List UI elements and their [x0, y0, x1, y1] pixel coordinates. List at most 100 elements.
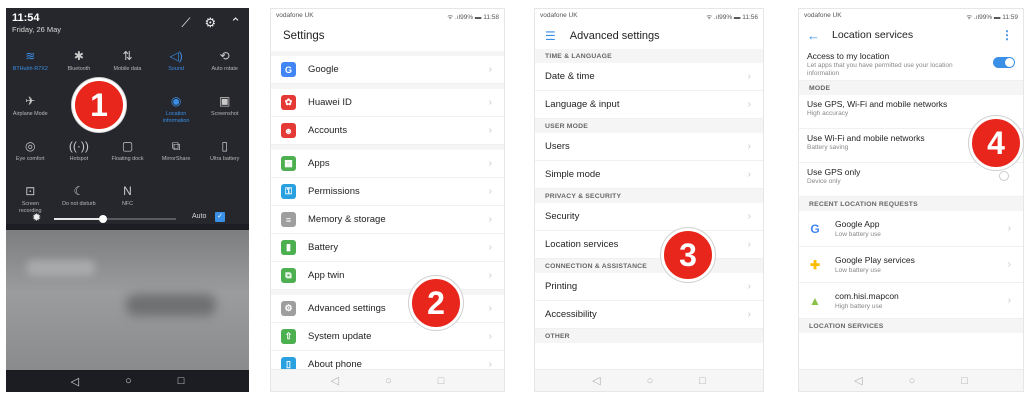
back-icon[interactable]: ◁	[71, 375, 79, 388]
advanced-item-accessibility[interactable]: Accessibility ›	[535, 301, 763, 329]
chevron-right-icon: ›	[747, 211, 751, 222]
toggle-airplane-mode[interactable]: ✈ Airplane Mode	[6, 93, 55, 129]
home-icon[interactable]: ○	[647, 375, 654, 387]
recent-request-item[interactable]: ▲ com.hisi.mapcon High battery use ›	[799, 283, 1023, 319]
toggle-hotspot[interactable]: ((·)) Hotspot	[55, 138, 104, 174]
home-icon[interactable]: ○	[385, 375, 392, 387]
home-icon[interactable]: ○	[909, 375, 916, 387]
settings-list: G Google › ✿ Huawei ID › ☻ Accounts › ▦ Apps › ⚿ Perm…	[271, 51, 504, 379]
toggle-sound[interactable]: ◁) Sound	[152, 48, 201, 84]
auto-brightness-label: Auto	[192, 213, 207, 220]
toggle-mobile-data[interactable]: ⇅ Mobile data	[103, 48, 152, 84]
back-icon[interactable]: ◁	[592, 374, 600, 387]
menu-icon[interactable]: ☰	[545, 29, 556, 43]
section-header: TIME & LANGUAGE	[535, 49, 763, 63]
recents-icon[interactable]: □	[438, 375, 445, 387]
chevron-right-icon: ›	[747, 239, 751, 250]
chevron-right-icon: ›	[747, 141, 751, 152]
advanced-item-simple-mode[interactable]: Simple mode ›	[535, 161, 763, 189]
settings-item-system-update[interactable]: ⇧ System update ›	[271, 323, 504, 351]
advanced-item-label: Location services	[545, 239, 619, 250]
access-location-switch[interactable]	[993, 57, 1015, 68]
permissions-icon: ⚿	[281, 184, 296, 199]
chevron-right-icon: ›	[747, 99, 751, 110]
toggle-label: Airplane Mode	[12, 111, 48, 117]
navigation-bar: ◁ ○ □	[6, 370, 249, 392]
access-location-toggle-row[interactable]: Access to my location Let apps that you …	[799, 47, 1023, 81]
settings-item-permissions[interactable]: ⚿ Permissions ›	[271, 178, 504, 206]
advanced-item-language-input[interactable]: Language & input ›	[535, 91, 763, 119]
step-badge-4: 4	[969, 116, 1023, 170]
settings-item-huawei-id[interactable]: ✿ Huawei ID ›	[271, 89, 504, 117]
more-options-icon[interactable]: ⋮	[1001, 28, 1013, 42]
recent-request-item[interactable]: G Google App Low battery use ›	[799, 211, 1023, 247]
quick-settings-panel: 11:54 Friday, 26 May ⟋ ⚙ ⌃ ≋ BTHubh-R7X2 ✱…	[6, 8, 249, 392]
advanced-item-location-services[interactable]: Location services ›	[535, 231, 763, 259]
recents-icon[interactable]: □	[178, 375, 185, 387]
settings-item-app-twin[interactable]: ⧉ App twin ›	[271, 262, 504, 290]
settings-item-label: Accounts	[308, 125, 348, 136]
advanced-item-date-time[interactable]: Date & time ›	[535, 63, 763, 91]
hotspot-icon: ((·))	[68, 139, 89, 153]
mobile-data-icon: ⇅	[122, 49, 133, 63]
settings-item-apps[interactable]: ▦ Apps ›	[271, 150, 504, 178]
settings-item-memory-storage[interactable]: ≡ Memory & storage ›	[271, 206, 504, 234]
home-icon[interactable]: ○	[125, 375, 132, 387]
advanced-item-users[interactable]: Users ›	[535, 133, 763, 161]
back-arrow-icon[interactable]: ←	[807, 28, 820, 43]
toggle-label: Eye comfort	[15, 156, 45, 162]
brightness-slider[interactable]	[54, 215, 176, 223]
edit-icon[interactable]: ⟋	[181, 15, 190, 31]
chevron-right-icon: ›	[488, 303, 492, 314]
shade-top-icons: ⟋ ⚙ ⌃	[181, 15, 241, 31]
clock: 11:54	[12, 12, 40, 24]
chevron-up-icon[interactable]: ⌃	[230, 15, 241, 31]
mirrorshare-icon: ⧉	[171, 139, 181, 153]
recent-request-text: Google App Low battery use	[835, 219, 881, 238]
recent-request-text: com.hisi.mapcon High battery use	[835, 291, 899, 310]
moon-icon: ☾	[73, 184, 85, 198]
radio-button[interactable]	[999, 171, 1009, 181]
chevron-right-icon: ›	[488, 270, 492, 281]
settings-item-label: Memory & storage	[308, 214, 386, 225]
settings-item-battery[interactable]: ▮ Battery ›	[271, 234, 504, 262]
settings-item-accounts[interactable]: ☻ Accounts ›	[271, 117, 504, 145]
status-bar: vodafone UK ᯤ .ıl99% ▬ 11:56	[535, 9, 763, 23]
toggle-eye-comfort[interactable]: ◎ Eye comfort	[6, 138, 55, 174]
settings-item-label: App twin	[308, 270, 345, 281]
battery-icon: ▯	[221, 139, 228, 153]
brightness-thumb[interactable]	[98, 215, 107, 223]
status-bar: vodafone UK ᯤ .ıl99% ▬ 11:59	[799, 9, 1023, 23]
toggle-label: BTHubh-R7X2	[12, 66, 48, 72]
carrier-label: vodafone UK	[804, 12, 842, 19]
toggle-label: Screenshot	[211, 111, 239, 117]
recent-request-item[interactable]: ✚ Google Play services Low battery use ›	[799, 247, 1023, 283]
recents-icon[interactable]: □	[961, 375, 968, 387]
recents-icon[interactable]: □	[699, 375, 706, 387]
eye-icon: ◎	[25, 139, 36, 153]
toggle-auto-rotate[interactable]: ⟲ Auto rotate	[200, 48, 249, 84]
toggle-mirrorshare[interactable]: ⧉ MirrorShare	[152, 138, 201, 174]
advanced-item-printing[interactable]: Printing ›	[535, 273, 763, 301]
status-icons: ᯤ .ıl99% ▬ 11:59	[966, 14, 1018, 21]
settings-item-advanced-settings[interactable]: ⚙ Advanced settings ›	[271, 295, 504, 323]
back-icon[interactable]: ◁	[331, 374, 339, 387]
advanced-settings-list: TIME & LANGUAGE Date & time › Language & in…	[535, 49, 763, 343]
brightness-control: ✹ Auto ✓	[6, 212, 249, 226]
toggle-label: Floating dock	[111, 156, 144, 162]
settings-item-label: Huawei ID	[308, 97, 352, 108]
back-icon[interactable]: ◁	[854, 374, 862, 387]
gear-icon[interactable]: ⚙	[204, 15, 216, 31]
toggle-ultra-battery[interactable]: ▯ Ultra battery	[200, 138, 249, 174]
location-services-screen: vodafone UK ᯤ .ıl99% ▬ 11:59 ← Location …	[798, 8, 1024, 392]
advanced-item-security[interactable]: Security ›	[535, 203, 763, 231]
toggle-location-information[interactable]: ◉ Location information	[152, 93, 201, 129]
auto-brightness-checkbox[interactable]: ✓	[215, 212, 225, 222]
chevron-right-icon: ›	[747, 169, 751, 180]
toggle-wifi[interactable]: ≋ BTHubh-R7X2	[6, 48, 55, 84]
play-services-icon: ✚	[809, 257, 821, 272]
toggle-floating-dock[interactable]: ▢ Floating dock	[103, 138, 152, 174]
settings-item-google[interactable]: G Google ›	[271, 56, 504, 84]
navigation-bar: ◁ ○ □	[535, 369, 763, 391]
toggle-screenshot[interactable]: ▣ Screenshot	[200, 93, 249, 129]
